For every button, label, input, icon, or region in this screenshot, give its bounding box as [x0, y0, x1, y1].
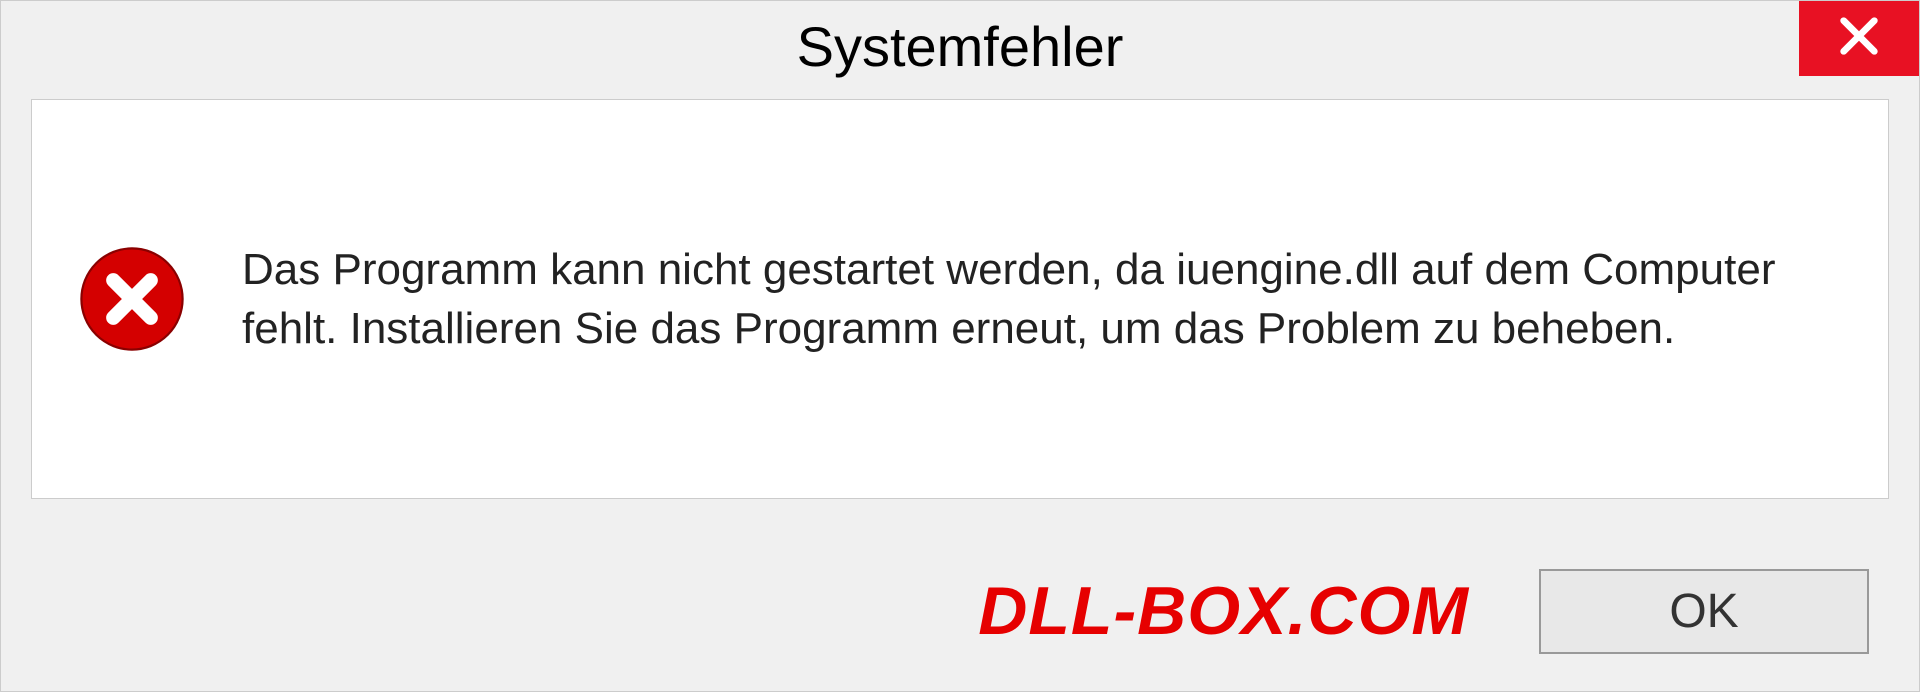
error-icon	[72, 239, 192, 359]
watermark-text: DLL-BOX.COM	[978, 572, 1469, 650]
error-dialog: Systemfehler Das Programm kann nicht ges…	[0, 0, 1920, 692]
titlebar: Systemfehler	[1, 1, 1919, 91]
close-button[interactable]	[1799, 1, 1919, 76]
ok-button[interactable]: OK	[1539, 569, 1869, 654]
close-icon	[1836, 13, 1882, 64]
content-panel: Das Programm kann nicht gestartet werden…	[31, 99, 1889, 499]
error-message: Das Programm kann nicht gestartet werden…	[242, 240, 1848, 359]
dialog-title: Systemfehler	[797, 14, 1124, 79]
dialog-footer: DLL-BOX.COM OK	[1, 556, 1919, 666]
